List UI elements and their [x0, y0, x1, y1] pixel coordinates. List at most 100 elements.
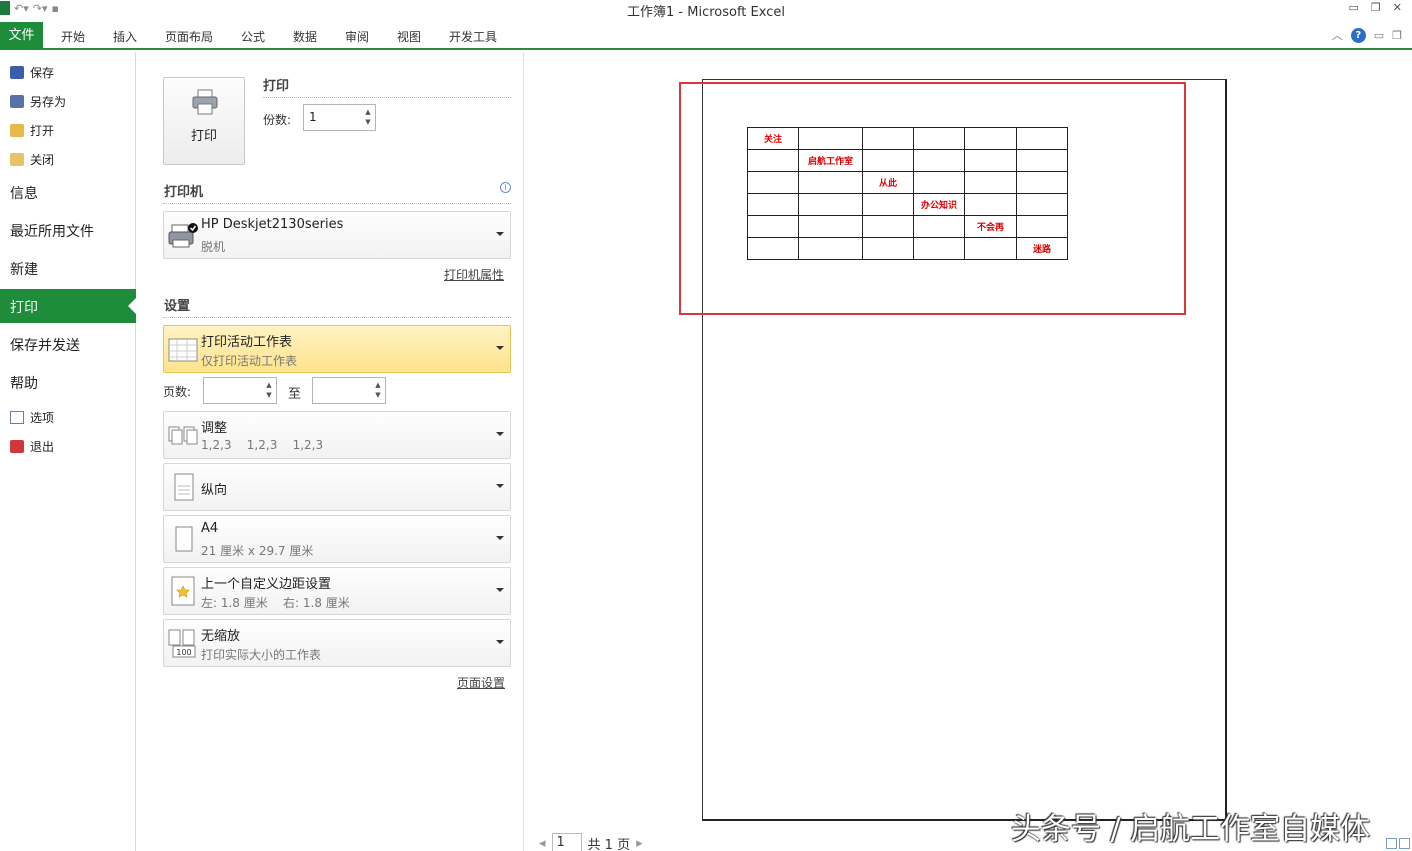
prev-page-icon[interactable]: ◂: [539, 836, 546, 851]
exit-icon: [10, 440, 24, 453]
chevron-down-icon: [496, 536, 504, 540]
scaling-sub: 打印实际大小的工作表: [201, 648, 322, 662]
help-icon[interactable]: ?: [1350, 27, 1366, 43]
nav-save-send[interactable]: 保存并发送: [10, 335, 80, 355]
page-number-input[interactable]: 1: [551, 833, 582, 851]
next-page-icon[interactable]: ▸: [636, 836, 643, 851]
page-navigator: ◂ 1 共 1 页 ▸: [539, 833, 643, 851]
minimize-doc-icon[interactable]: ▭: [1374, 29, 1384, 42]
tab-insert[interactable]: 插入: [113, 28, 137, 45]
open-folder-icon: [10, 124, 24, 137]
spinner-arrows-icon[interactable]: ▲ ▼: [373, 380, 383, 400]
divider: [263, 97, 511, 98]
copies-spinner[interactable]: 1 ▲ ▼: [303, 104, 376, 131]
info-icon[interactable]: i: [500, 182, 511, 193]
chevron-down-icon: [496, 484, 504, 488]
spinner-arrows-icon[interactable]: ▲ ▼: [363, 107, 373, 127]
tab-view[interactable]: 视图: [397, 28, 421, 45]
spinner-arrows-icon[interactable]: ▲ ▼: [264, 380, 274, 400]
zoom-page-icon[interactable]: [1399, 838, 1410, 849]
nav-save-as[interactable]: 另存为: [10, 93, 66, 110]
minimize-icon[interactable]: ▭: [1349, 1, 1359, 14]
page-total: 共 1 页: [587, 837, 631, 851]
collapse-ribbon-icon[interactable]: ︿: [1332, 27, 1343, 43]
collate-dropdown[interactable]: 调整 1,2,3 1,2,3 1,2,3: [163, 411, 511, 459]
nav-options[interactable]: 选项: [10, 409, 54, 426]
pages-from-spinner[interactable]: ▲ ▼: [203, 377, 277, 404]
settings-section-title: 设置: [164, 299, 191, 314]
window-title: 工作簿1 - Microsoft Excel: [627, 5, 785, 20]
margins-main: 上一个自定义边距设置: [201, 577, 332, 592]
show-margins-icon[interactable]: [1386, 838, 1397, 849]
preview-view-controls: [1386, 838, 1410, 849]
nav-close[interactable]: 关闭: [10, 151, 54, 168]
nav-exit-label: 退出: [30, 440, 55, 454]
paper-size-dropdown[interactable]: A4 21 厘米 x 29.7 厘米: [163, 515, 511, 563]
nav-print-label: 打印: [10, 300, 38, 316]
backstage-nav: 保存 另存为 打开 关闭 信息 最近所用文件 新建 打印 保存并发送 帮助 选项…: [0, 52, 136, 851]
page-setup-link[interactable]: 页面设置: [457, 674, 505, 691]
tab-page-layout[interactable]: 页面布局: [165, 28, 213, 45]
divider: [163, 203, 511, 204]
margins-sub: 左: 1.8 厘米 右: 1.8 厘米: [201, 596, 350, 610]
nav-close-label: 关闭: [30, 153, 55, 167]
printer-properties-link[interactable]: 打印机属性: [444, 266, 504, 283]
tab-home[interactable]: 开始: [61, 28, 85, 45]
watermark: 头条号 / 启航工作室自媒体: [1011, 812, 1371, 847]
title-bar: ↶▾ ↷▾ ▪ 工作簿1 - Microsoft Excel ▭ ❐ ✕: [0, 0, 1412, 20]
print-settings-panel: 打印 打印 份数: 1 ▲ ▼ 打印机 i HP Deskjet2130serie…: [136, 52, 524, 851]
print-button[interactable]: 打印: [163, 77, 245, 165]
save-icon: [10, 66, 24, 79]
pages-label: 页数:: [163, 385, 192, 399]
ribbon-right-controls: ︿ ? ▭ ❐: [1332, 27, 1402, 43]
scaling-main: 无缩放: [201, 629, 241, 644]
print-scope-sub: 仅打印活动工作表: [201, 354, 298, 368]
worksheet-icon: [168, 338, 198, 362]
nav-new[interactable]: 新建: [10, 259, 38, 279]
restore-doc-icon[interactable]: ❐: [1392, 29, 1402, 42]
window-controls: ▭ ❐ ✕: [1349, 1, 1403, 14]
nav-print[interactable]: 打印: [0, 289, 136, 323]
nav-save-label: 保存: [30, 66, 55, 80]
highlight-box: [679, 82, 1186, 315]
printer-dropdown[interactable]: HP Deskjet2130series 脱机: [163, 211, 511, 259]
tab-formulas[interactable]: 公式: [241, 28, 265, 45]
restore-icon[interactable]: ❐: [1371, 1, 1381, 14]
nav-open-label: 打开: [30, 124, 55, 138]
nav-recent[interactable]: 最近所用文件: [10, 221, 94, 241]
printer-name: HP Deskjet2130series: [201, 217, 344, 232]
paper-icon: [175, 526, 193, 552]
printer-status: 脱机: [201, 240, 226, 254]
print-scope-dropdown[interactable]: 打印活动工作表 仅打印活动工作表: [163, 325, 511, 373]
margins-dropdown[interactable]: 上一个自定义边距设置 左: 1.8 厘米 右: 1.8 厘米: [163, 567, 511, 615]
copies-value: 1: [309, 110, 317, 124]
nav-help[interactable]: 帮助: [10, 373, 38, 393]
tab-review[interactable]: 审阅: [345, 28, 369, 45]
paper-size-sub: 21 厘米 x 29.7 厘米: [201, 544, 314, 558]
close-icon[interactable]: ✕: [1393, 1, 1402, 14]
margins-star-icon: [171, 576, 195, 606]
nav-save-as-label: 另存为: [30, 95, 67, 109]
pages-to-spinner[interactable]: ▲ ▼: [312, 377, 386, 404]
print-scope-main: 打印活动工作表: [201, 335, 293, 350]
nav-save[interactable]: 保存: [10, 64, 54, 81]
nav-options-label: 选项: [30, 411, 55, 425]
chevron-down-icon: [496, 432, 504, 436]
tab-data[interactable]: 数据: [293, 28, 317, 45]
tab-developer[interactable]: 开发工具: [449, 28, 497, 45]
nav-info[interactable]: 信息: [10, 183, 38, 203]
chevron-down-icon: [496, 232, 504, 236]
printer-icon: [168, 223, 198, 248]
orientation-dropdown[interactable]: 纵向: [163, 463, 511, 511]
nav-exit[interactable]: 退出: [10, 438, 54, 455]
collate-main: 调整: [201, 421, 228, 436]
close-folder-icon: [10, 153, 24, 166]
nav-open[interactable]: 打开: [10, 122, 54, 139]
collate-sub: 1,2,3 1,2,3 1,2,3: [201, 438, 324, 452]
print-section-title: 打印: [263, 79, 290, 94]
ribbon-tabs: 文件 开始 插入 页面布局 公式 数据 审阅 视图 开发工具 ︿ ? ▭ ❐: [0, 22, 1412, 50]
tab-file[interactable]: 文件: [0, 22, 43, 50]
scaling-dropdown[interactable]: 100 无缩放 打印实际大小的工作表: [163, 619, 511, 667]
chevron-down-icon: [496, 640, 504, 644]
printer-section-title: 打印机: [164, 185, 204, 200]
